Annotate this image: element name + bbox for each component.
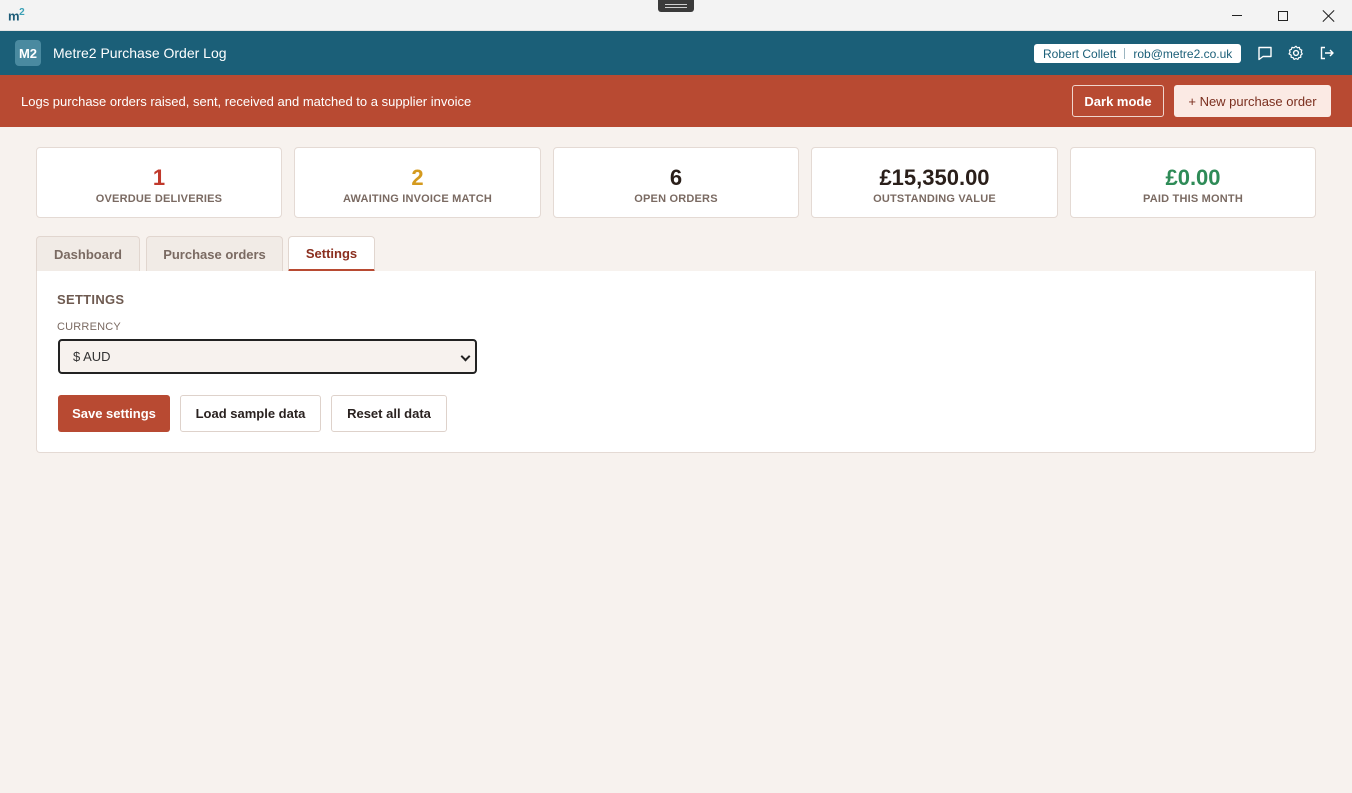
- settings-panel: SETTINGS CURRENCY $ AUD Save settings Lo…: [36, 271, 1316, 453]
- gear-icon[interactable]: [1288, 45, 1304, 61]
- stat-label: PAID THIS MONTH: [1143, 193, 1243, 205]
- stat-card-awaiting-match: 2 AWAITING INVOICE MATCH: [294, 147, 541, 218]
- message-icon[interactable]: [1257, 45, 1273, 61]
- stat-card-paid-this-month: £0.00 PAID THIS MONTH: [1070, 147, 1316, 218]
- user-badge[interactable]: Robert Collett rob@metre2.co.uk: [1034, 44, 1242, 63]
- stat-value: 1: [152, 165, 166, 190]
- logout-icon[interactable]: [1319, 45, 1335, 61]
- minimize-icon: [1232, 15, 1242, 16]
- app-header: M2 Metre2 Purchase Order Log Robert Coll…: [0, 31, 1352, 75]
- stat-label: OVERDUE DELIVERIES: [95, 193, 223, 205]
- stat-card-open-orders: 6 OPEN ORDERS: [553, 147, 799, 218]
- panel-title: SETTINGS: [57, 292, 125, 307]
- minimize-button[interactable]: [1214, 0, 1260, 31]
- app-title: Metre2 Purchase Order Log: [53, 45, 227, 61]
- close-icon: [1323, 10, 1335, 22]
- stat-value: 2: [411, 165, 424, 190]
- close-button[interactable]: [1306, 0, 1352, 31]
- stat-value: £15,350.00: [879, 165, 990, 190]
- stat-value: £0.00: [1165, 165, 1221, 190]
- app-logo: M2: [15, 40, 41, 66]
- divider: [1124, 48, 1126, 59]
- dark-mode-button[interactable]: Dark mode: [1072, 85, 1164, 117]
- tab-settings[interactable]: Settings: [288, 236, 375, 272]
- new-purchase-order-button[interactable]: + New purchase order: [1174, 85, 1331, 117]
- stat-label: AWAITING INVOICE MATCH: [342, 193, 493, 205]
- stat-card-overdue: 1 OVERDUE DELIVERIES: [36, 147, 282, 218]
- banner-description: Logs purchase orders raised, sent, recei…: [21, 94, 472, 109]
- currency-select[interactable]: $ AUD: [58, 339, 477, 374]
- stat-value: 6: [669, 165, 683, 190]
- maximize-icon: [1278, 10, 1288, 21]
- chevron-down-icon: [460, 351, 471, 362]
- stat-card-outstanding-value: £15,350.00 OUTSTANDING VALUE: [811, 147, 1058, 218]
- load-sample-data-button[interactable]: Load sample data: [180, 395, 321, 432]
- stat-label: OPEN ORDERS: [634, 193, 718, 205]
- user-email: rob@metre2.co.uk: [1133, 46, 1233, 61]
- window-titlebar: m2: [0, 0, 1352, 31]
- currency-value: $ AUD: [73, 349, 111, 364]
- stat-label: OUTSTANDING VALUE: [873, 193, 996, 205]
- reset-all-data-button[interactable]: Reset all data: [331, 395, 447, 432]
- info-banner: Logs purchase orders raised, sent, recei…: [0, 75, 1352, 127]
- save-settings-button[interactable]: Save settings: [58, 395, 170, 432]
- tab-purchase-orders[interactable]: Purchase orders: [146, 236, 283, 272]
- maximize-button[interactable]: [1260, 0, 1306, 31]
- drag-handle[interactable]: [658, 0, 694, 12]
- user-name: Robert Collett: [1043, 46, 1117, 61]
- currency-label: CURRENCY: [57, 321, 121, 333]
- tab-dashboard[interactable]: Dashboard: [36, 236, 140, 272]
- app-icon: m2: [8, 7, 25, 24]
